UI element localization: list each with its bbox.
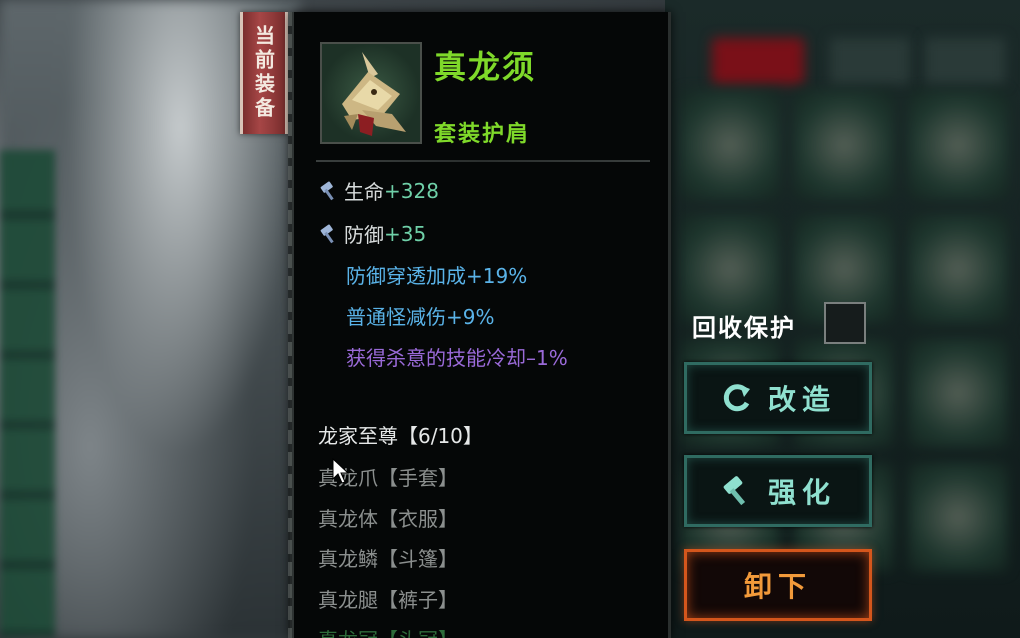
inventory-slot — [680, 90, 780, 200]
set-item: 真龙鳞【斗篷】 — [318, 547, 458, 571]
stat-value: +35 — [384, 221, 427, 246]
unequip-label: 卸下 — [743, 570, 812, 603]
reforge-label: 改造 — [767, 383, 836, 416]
hammer-icon — [320, 223, 334, 243]
stat-row-defense: 防御 +35 — [318, 219, 426, 248]
item-type: 套装护肩 — [434, 121, 531, 147]
recycle-protect-checkbox[interactable] — [824, 302, 866, 344]
inventory-tab — [925, 38, 1005, 84]
inventory-tab — [830, 38, 910, 84]
current-equipment-label: 当前装备 — [251, 25, 276, 121]
item-name: 真龙须 — [434, 48, 537, 86]
set-item: 真龙冠【头冠】 — [318, 624, 458, 638]
dragon-whisker-shoulder-icon — [342, 52, 406, 136]
divider — [316, 160, 650, 162]
stat-value: +328 — [384, 178, 439, 203]
inventory-slot — [908, 214, 1008, 324]
item-icon-frame — [320, 42, 422, 144]
stat-row-hp: 生命 +328 — [318, 176, 439, 205]
extra-stat: 防御穿透加成+19% — [346, 264, 528, 288]
background-slot-strip — [0, 150, 55, 638]
recycle-protect-label: 回收保护 — [692, 313, 796, 342]
mouse-cursor-icon — [332, 458, 350, 484]
item-detail-panel: 真龙须 套装护肩 生命 +328 防御 +35 防御穿透加成+19% 普通怪减伤+9… — [288, 12, 671, 638]
enhance-label: 强化 — [767, 476, 836, 509]
inventory-slot — [908, 338, 1008, 448]
hammer-icon — [723, 476, 746, 506]
inventory-slot — [908, 90, 1008, 200]
refresh-icon — [723, 384, 750, 412]
stat-name: 生命 — [344, 180, 384, 204]
enhance-button[interactable]: 强化 — [684, 455, 872, 527]
hammer-icon — [320, 180, 334, 200]
set-item: 真龙体【衣服】 — [318, 507, 458, 531]
reforge-button[interactable]: 改造 — [684, 362, 872, 434]
extra-stat: 获得杀意的技能冷却–1% — [346, 346, 568, 370]
inventory-slot — [908, 462, 1008, 572]
extra-stat: 普通怪减伤+9% — [346, 305, 495, 329]
inventory-slot — [794, 90, 894, 200]
current-equipment-tag: 当前装备 — [240, 12, 288, 134]
stat-name: 防御 — [344, 223, 384, 247]
set-item: 真龙腿【裤子】 — [318, 588, 458, 612]
unequip-button[interactable]: 卸下 — [684, 549, 872, 621]
inventory-tab-active — [712, 38, 804, 84]
set-title: 龙家至尊【6/10】 — [318, 424, 483, 448]
